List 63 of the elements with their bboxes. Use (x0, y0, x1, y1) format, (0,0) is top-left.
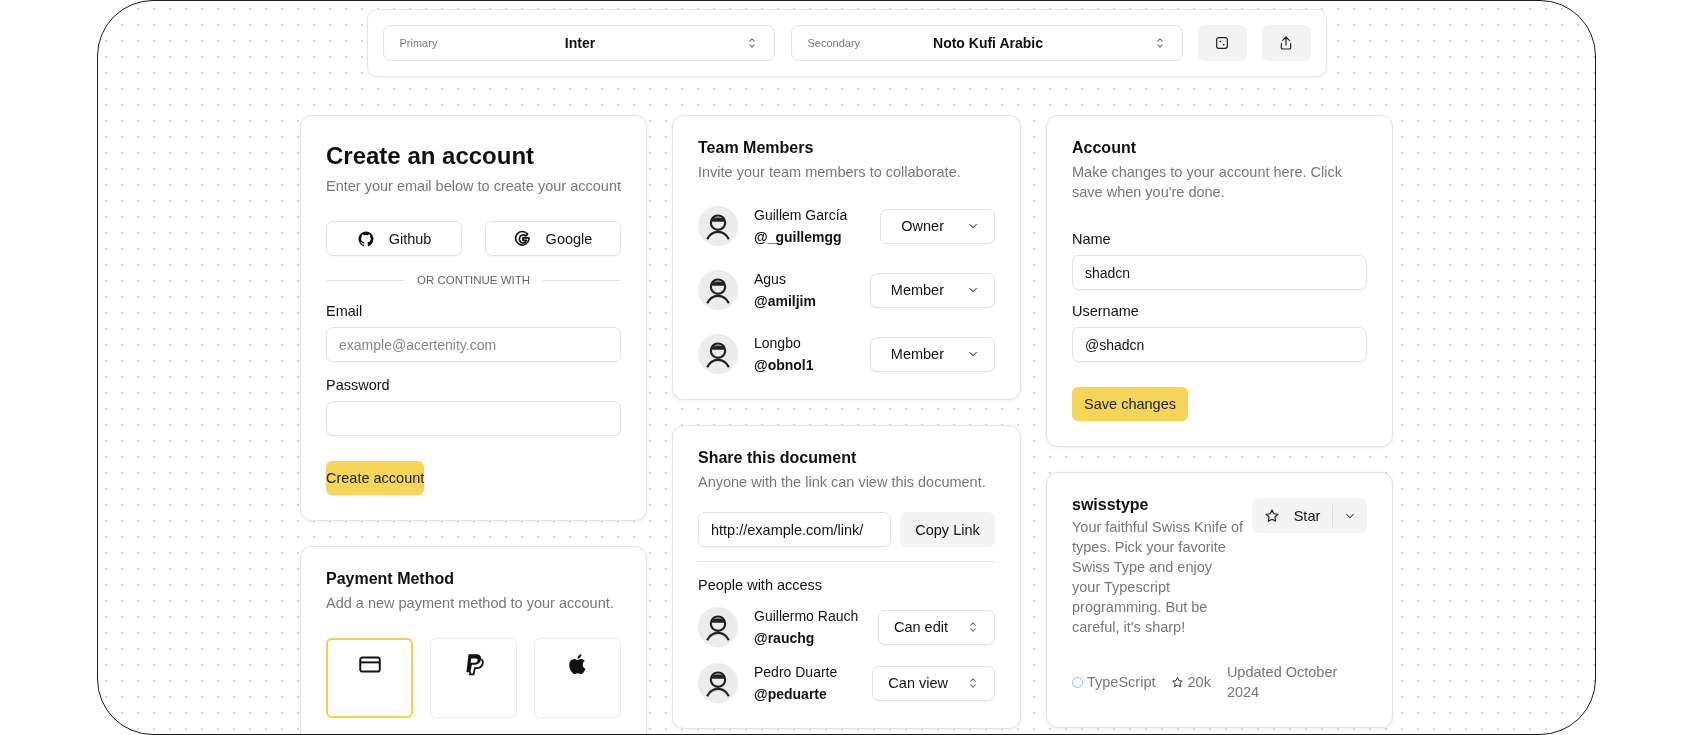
save-changes-button[interactable]: Save changes (1072, 387, 1188, 421)
avatar-icon (698, 206, 738, 246)
avatar-icon (698, 607, 738, 647)
github-icon (356, 229, 375, 248)
member-handle: @amiljim (754, 292, 817, 311)
link-field[interactable]: http://example.com/link/ (698, 512, 891, 547)
repo-language: TypeScript (1087, 673, 1156, 692)
member-name: Guillem García (754, 206, 849, 225)
card-subtitle: Anyone with the link can view this document. (698, 473, 987, 492)
member-name: Agus (754, 270, 787, 289)
repo-description: Your faithful Swiss Knife of types. Pick your favorite Swiss Type and enjoy your Typescript programming. But be careful, it's sharp! (1072, 518, 1244, 637)
repo-name: swisstype (1072, 495, 1150, 515)
permission-dropdown[interactable]: Can edit (878, 609, 995, 645)
avatar-icon (698, 270, 738, 310)
member-handle: @obnol1 (754, 356, 815, 375)
section-heading: People with access (698, 576, 824, 595)
card-title: Account (1072, 138, 1137, 158)
text-field[interactable]: @shadcn (1072, 327, 1367, 362)
role-dropdown[interactable]: Member (869, 336, 995, 372)
field-label: Email (326, 302, 364, 321)
member-name: Guillermo Rauch (754, 607, 860, 626)
share-icon (1278, 35, 1294, 51)
card-subtitle: Add a new payment method to your account. (326, 594, 615, 613)
card-title: Create an account (326, 141, 536, 171)
email-field[interactable]: example@acertenity.com (326, 327, 621, 362)
card-subtitle: Invite your team members to collaborate. (698, 163, 962, 182)
role-dropdown[interactable]: Owner (880, 208, 995, 244)
permission-dropdown[interactable]: Can view (872, 665, 995, 701)
divider-label: OR CONTINUE WITH (416, 274, 531, 286)
member-handle: @peduarte (754, 685, 828, 704)
random-button[interactable] (1197, 25, 1247, 61)
font-select[interactable]: Primary Inter (382, 25, 775, 61)
card-title: Team Members (698, 138, 815, 158)
dice-icon (1214, 35, 1230, 51)
field-label: Password (326, 376, 391, 395)
avatar-icon (698, 663, 738, 703)
card-title: Share this document (698, 448, 858, 468)
member-handle: @rauchg (754, 629, 816, 648)
create-account-button[interactable]: Create account (326, 461, 425, 495)
card-title: Payment Method (326, 569, 455, 589)
font-select[interactable]: Secondary Noto Kufi Arabic (790, 25, 1183, 61)
member-name: Pedro Duarte (754, 663, 839, 682)
github-button[interactable]: Github (326, 221, 462, 256)
field-label: Name (1072, 230, 1112, 249)
avatar-icon (698, 334, 738, 374)
share-button[interactable] (1261, 25, 1311, 61)
member-handle: @_guillemgg (754, 228, 843, 247)
google-icon (513, 229, 532, 248)
payment-option[interactable] (534, 638, 621, 718)
card-subtitle: Enter your email below to create your account (326, 177, 621, 196)
updated-date: Updated October 2024 (1226, 663, 1339, 702)
card-subtitle: Make changes to your account here. Click save when you're done. (1072, 163, 1343, 202)
field-label: Username (1072, 302, 1140, 321)
text-field[interactable]: shadcn (1072, 255, 1367, 290)
star-count: 20k (1187, 673, 1211, 692)
payment-option[interactable] (430, 638, 517, 718)
member-name: Longbo (754, 334, 802, 353)
copy-link-button[interactable]: Copy Link (900, 512, 995, 547)
star-icon (1170, 675, 1184, 689)
password-field[interactable] (326, 401, 621, 436)
google-button[interactable]: Google (485, 221, 621, 256)
star-icon (1263, 507, 1280, 524)
role-dropdown[interactable]: Member (869, 272, 995, 308)
